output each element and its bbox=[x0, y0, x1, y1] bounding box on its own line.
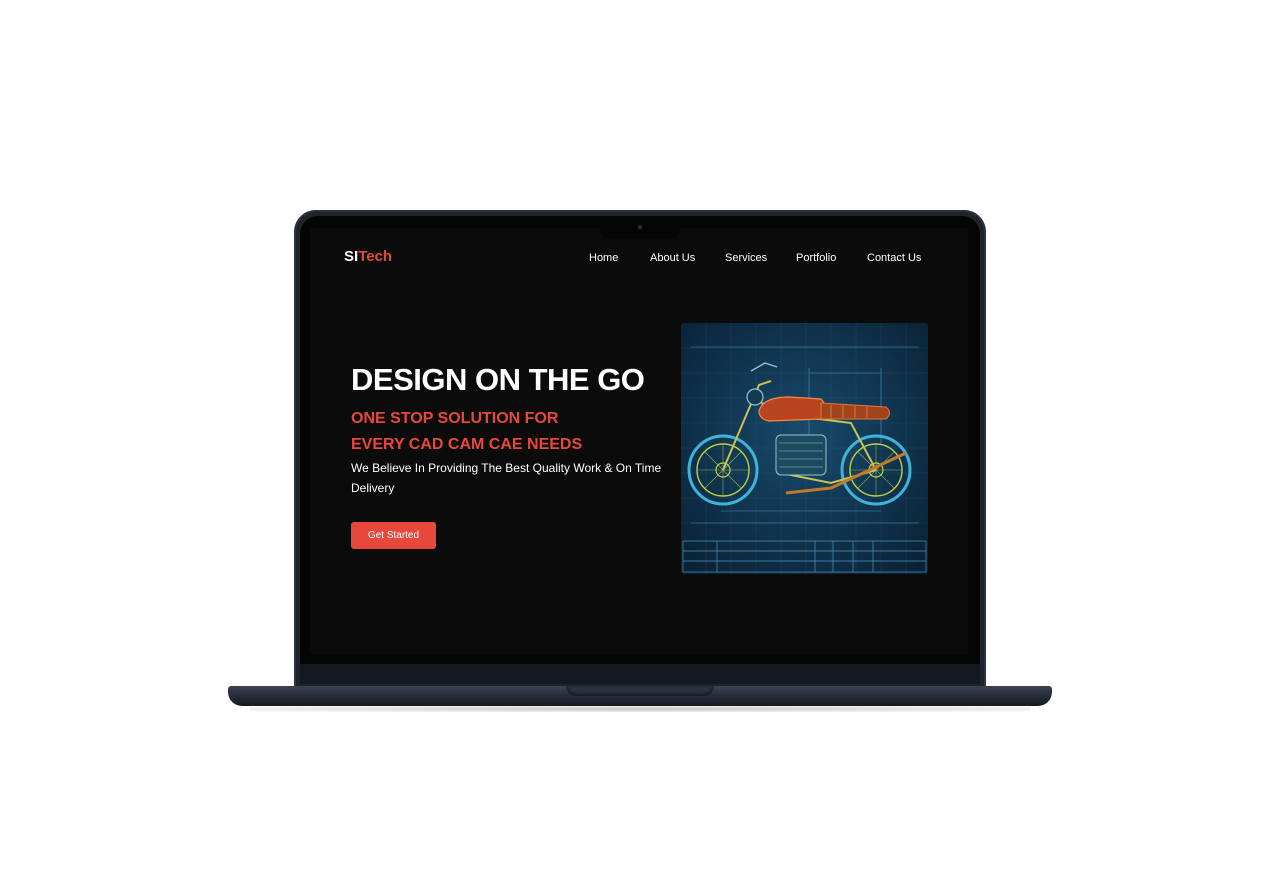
nav-services[interactable]: Services bbox=[725, 252, 767, 264]
nav-home[interactable]: Home bbox=[589, 252, 618, 264]
get-started-button[interactable]: Get Started bbox=[351, 522, 436, 549]
website-screen: SITech Home About Us Services Portfolio … bbox=[310, 228, 968, 654]
motorcycle-blueprint-icon bbox=[681, 323, 928, 574]
main-nav: Home About Us Services Portfolio Contact… bbox=[310, 252, 968, 266]
laptop-shadow bbox=[250, 706, 1030, 712]
nav-contact-us[interactable]: Contact Us bbox=[867, 252, 921, 264]
laptop-mockup: SITech Home About Us Services Portfolio … bbox=[0, 0, 1280, 896]
hero-description: We Believe In Providing The Best Quality… bbox=[351, 461, 662, 495]
hero-subtitle-line1: ONE STOP SOLUTION FOR bbox=[351, 410, 559, 427]
nav-portfolio[interactable]: Portfolio bbox=[796, 252, 836, 264]
laptop-open-notch bbox=[566, 686, 714, 696]
motorcycle-blueprint-image bbox=[681, 323, 928, 574]
hero-title: DESIGN ON THE GO bbox=[351, 362, 645, 397]
hero-subtitle-line2: EVERY CAD CAM CAE NEEDS bbox=[351, 436, 583, 453]
laptop-chin bbox=[300, 664, 980, 684]
camera-icon bbox=[638, 225, 642, 229]
nav-about-us[interactable]: About Us bbox=[650, 252, 695, 264]
